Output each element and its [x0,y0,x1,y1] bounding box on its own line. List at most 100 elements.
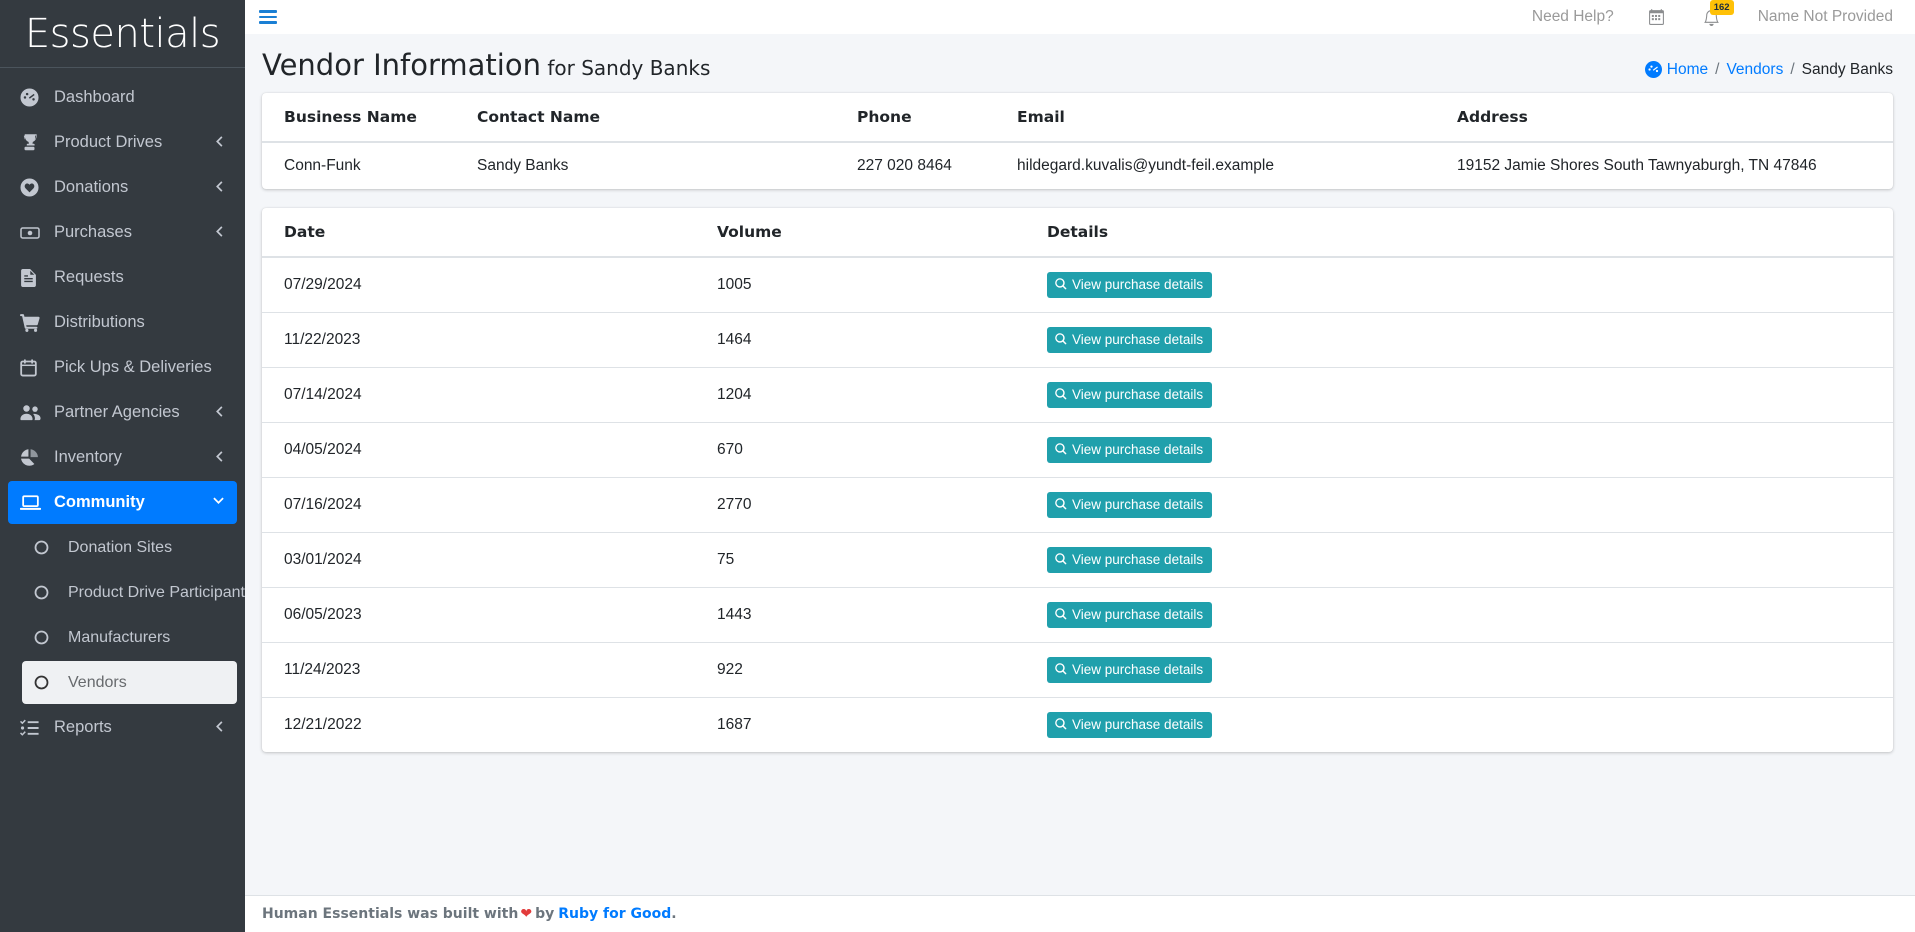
sidebar-item-community[interactable]: Community [8,481,237,524]
sidebar-item-label: Donations [54,178,129,196]
cell-details: View purchase details [1047,421,1893,478]
footer-by: by [535,906,555,922]
cell-volume: 1687 [717,696,1047,752]
dashboard-icon [1644,61,1662,79]
cell-details: View purchase details [1047,257,1893,313]
cell-date: 04/05/2024 [262,421,717,478]
search-icon [1055,278,1067,290]
chevron-left-icon [212,405,225,420]
cell-details: View purchase details [1047,586,1893,643]
circle-icon [34,630,60,645]
breadcrumb-vendors[interactable]: Vendors [1726,61,1783,79]
user-name-label[interactable]: Name Not Provided [1758,8,1893,26]
view-purchase-details-button[interactable]: View purchase details [1047,381,1213,408]
cell-details: View purchase details [1047,476,1893,533]
col-date: Date [262,207,717,258]
sidebar-item-label: Donation Sites [68,538,173,556]
cell-volume: 1204 [717,366,1047,423]
cell-date: 12/21/2022 [262,696,717,752]
view-purchase-details-button[interactable]: View purchase details [1047,546,1213,573]
sidebar-item-requests[interactable]: Requests [8,256,237,299]
breadcrumb-current: Sandy Banks [1801,60,1893,78]
cell-details: View purchase details [1047,696,1893,752]
breadcrumb-separator: / [1715,60,1720,78]
calendar-icon[interactable] [1648,8,1665,26]
breadcrumb-home[interactable]: Home [1667,61,1708,79]
laptop-icon [20,494,46,512]
sidebar-item-partner-agencies[interactable]: Partner Agencies [8,391,237,434]
sidebar-item-vendors[interactable]: Vendors [22,661,237,704]
chevron-left-icon [212,720,225,735]
heart-icon: ❤ [520,906,533,922]
view-purchase-details-button[interactable]: View purchase details [1047,656,1213,683]
table-header-row: Business Name Contact Name Phone Email A… [262,92,1893,143]
top-navbar: Need Help? 162 Name Not Provided [245,0,1915,34]
cell-date: 03/01/2024 [262,531,717,588]
cell-details: View purchase details [1047,311,1893,368]
table-row: 12/21/2022 1687 View purchase details [262,696,1893,752]
col-details: Details [1047,207,1893,258]
search-icon [1055,443,1067,455]
hamburger-icon[interactable] [255,4,281,30]
view-purchase-details-button[interactable]: View purchase details [1047,271,1213,298]
sidebar-item-label: Pick Ups & Deliveries [54,358,212,376]
sidebar-item-donation-sites[interactable]: Donation Sites [22,526,237,569]
sidebar-item-label: Community [54,493,145,511]
cell-details: View purchase details [1047,641,1893,698]
circle-icon [34,585,60,600]
cell-volume: 2770 [717,476,1047,533]
sidebar-item-donations[interactable]: Donations [8,166,237,209]
calendar-icon [20,358,46,377]
purchases-thead: Date Volume Details [262,207,1893,258]
trophy-icon [20,133,46,152]
sidebar-item-pick-ups-deliveries[interactable]: Pick Ups & Deliveries [8,346,237,389]
brand-logo[interactable]: Essentials [0,0,245,68]
search-icon [1055,498,1067,510]
cart-icon [20,313,46,332]
sidebar-item-product-drive-participants[interactable]: Product Drive Participants [22,571,245,614]
sidebar-item-product-drives[interactable]: Product Drives [8,121,237,164]
footer-period: . [671,906,677,922]
sidebar-item-manufacturers[interactable]: Manufacturers [22,616,237,659]
need-help-link[interactable]: Need Help? [1532,8,1614,26]
cell-date: 07/29/2024 [284,275,362,293]
cell-date: 11/22/2023 [262,311,717,368]
view-purchase-details-button[interactable]: View purchase details [1047,491,1213,518]
ruby-for-good-link[interactable]: Ruby for Good [558,906,671,922]
view-purchase-details-button[interactable]: View purchase details [1047,436,1213,463]
sidebar-item-label: Dashboard [54,88,135,106]
chevron-left-icon [212,450,225,465]
main-area: Need Help? 162 Name Not Provided Vendor … [245,0,1915,932]
col-phone: Phone [857,92,1017,143]
heart-circle-icon [20,178,46,197]
cell-contact-name: Sandy Banks [477,156,569,174]
cell-volume: 75 [717,531,1047,588]
view-purchase-details-button[interactable]: View purchase details [1047,326,1213,353]
sidebar-item-label: Purchases [54,223,132,241]
sidebar-nav: Dashboard Product Drives Donations Purchase… [0,68,245,932]
sidebar-item-inventory[interactable]: Inventory [8,436,237,479]
cell-date: 07/14/2024 [262,366,717,423]
view-purchase-details-label: View purchase details [1072,661,1204,677]
sidebar-item-reports[interactable]: Reports [8,706,237,749]
cell-details: View purchase details [1047,531,1893,588]
table-row: 07/14/2024 1204 View purchase details [262,366,1893,423]
sidebar-item-purchases[interactable]: Purchases [8,211,237,254]
col-contact-name: Contact Name [477,92,857,143]
col-volume: Volume [717,207,1047,258]
bell-icon[interactable]: 162 [1703,0,1734,26]
view-purchase-details-button[interactable]: View purchase details [1047,601,1213,628]
sidebar-item-label: Manufacturers [68,628,171,646]
table-row: 11/24/2023 922 View purchase details [262,641,1893,698]
sidebar-item-dashboard[interactable]: Dashboard [8,76,237,119]
vendor-info-tbody: Conn-Funk Sandy Banks 227 020 8464 hilde… [262,142,1893,189]
cell-email: hildegard.kuvalis@yundt-feil.example [1017,156,1274,174]
sidebar-item-distributions[interactable]: Distributions [8,301,237,344]
search-icon [1055,388,1067,400]
view-purchase-details-label: View purchase details [1072,716,1204,732]
view-purchase-details-button[interactable]: View purchase details [1047,711,1213,738]
vendor-info-thead: Business Name Contact Name Phone Email A… [262,92,1893,143]
view-purchase-details-label: View purchase details [1072,496,1204,512]
sidebar-item-label: Vendors [68,673,127,691]
sidebar-item-label: Requests [54,268,124,286]
